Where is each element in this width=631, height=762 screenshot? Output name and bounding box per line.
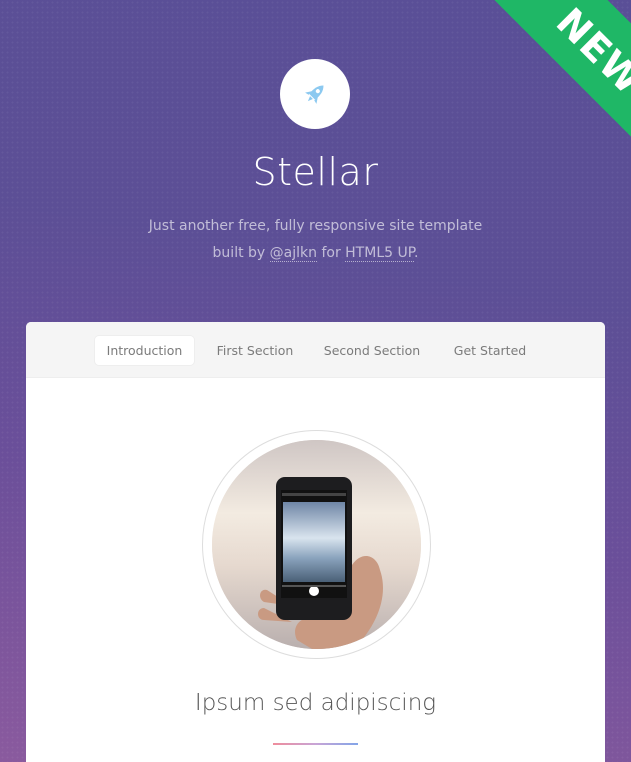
tagline: Just another free, fully responsive site… [0, 213, 631, 267]
new-ribbon-text: NEW [547, 0, 631, 104]
tagline-built-by: built by [212, 245, 266, 261]
intro-image-frame [202, 430, 431, 659]
nav-item-introduction[interactable]: Introduction [95, 336, 194, 365]
nav-item-get-started[interactable]: Get Started [450, 336, 530, 365]
heading-underline [273, 743, 358, 745]
intro-heading: Ipsum sed adipiscing [194, 690, 437, 716]
logo-circle [280, 59, 350, 129]
site-title: Stellar [252, 150, 379, 194]
nav-item-second-section[interactable]: Second Section [322, 336, 422, 365]
phone-in-hand-illustration [212, 440, 421, 649]
new-ribbon: NEW [461, 0, 631, 140]
nav-item-first-section[interactable]: First Section [212, 336, 298, 365]
tagline-for: for [321, 245, 341, 261]
main-card: Introduction First Section Second Sectio… [26, 322, 605, 762]
new-ribbon-band: NEW [480, 0, 631, 140]
rocket-icon [305, 85, 324, 104]
author-link[interactable]: @ajlkn [269, 245, 317, 262]
html5up-link[interactable]: HTML5 UP [345, 245, 414, 262]
intro-image [212, 440, 421, 649]
section-nav: Introduction First Section Second Sectio… [26, 322, 605, 378]
tagline-line1: Just another free, fully responsive site… [148, 218, 483, 234]
tagline-period: . [413, 245, 419, 261]
